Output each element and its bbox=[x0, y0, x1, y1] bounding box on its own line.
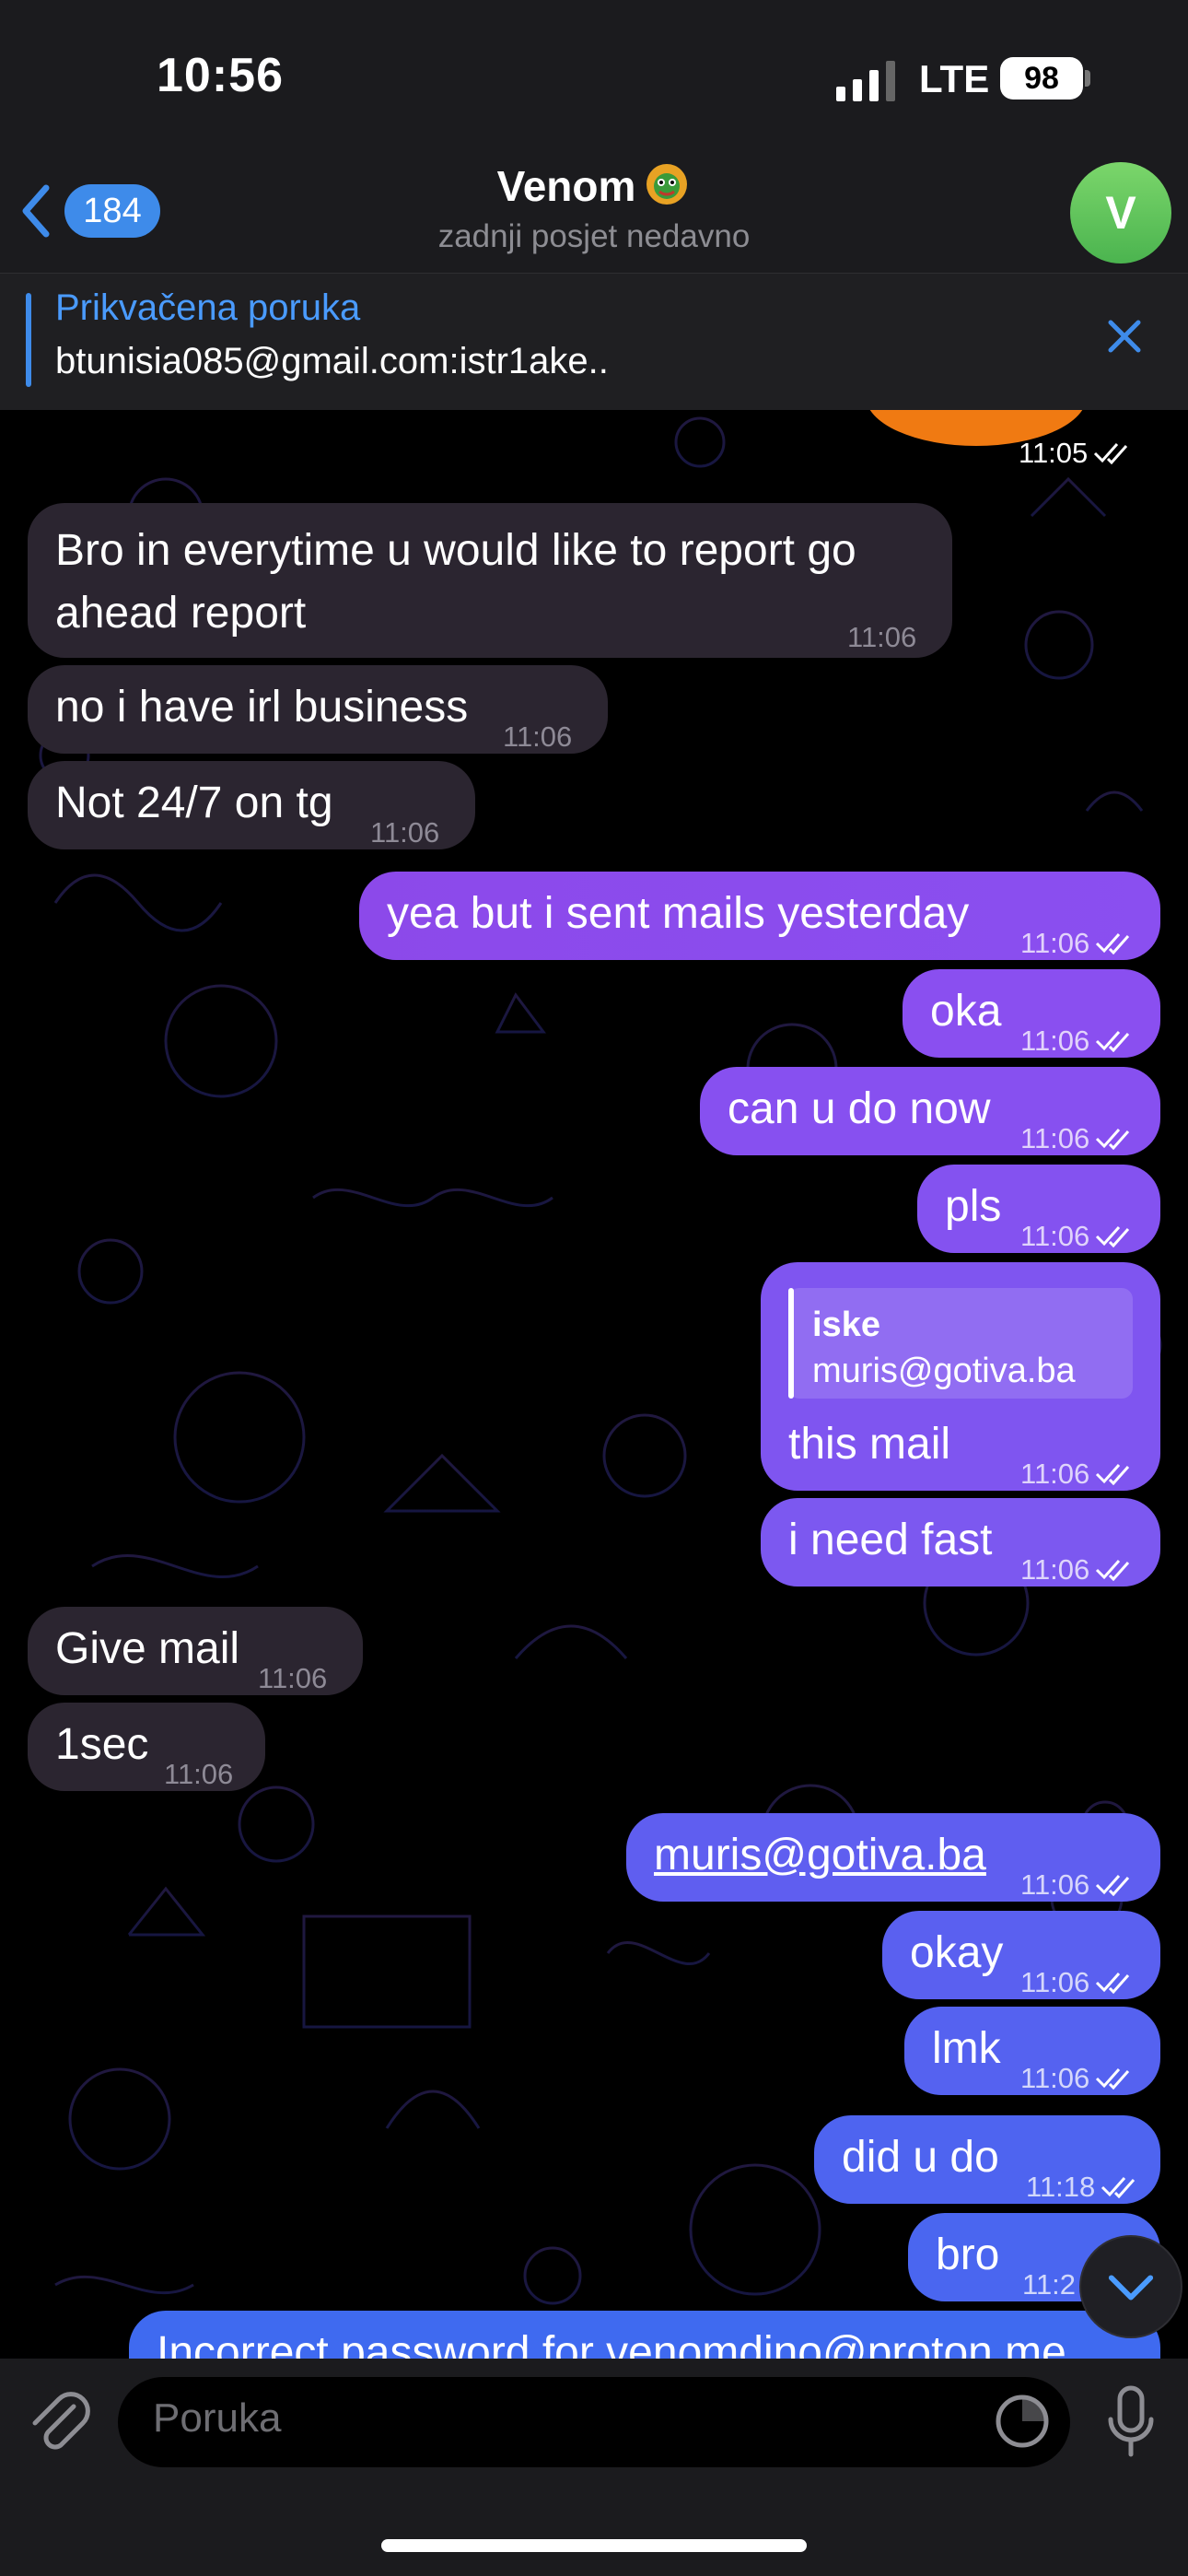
read-ticks-icon bbox=[1096, 1464, 1130, 1485]
scroll-down-icon bbox=[1108, 2275, 1154, 2301]
microphone-icon[interactable] bbox=[1105, 2384, 1157, 2460]
read-ticks-icon bbox=[1096, 2068, 1130, 2090]
chat-title-area[interactable]: Venom zadnji posjet nedavno bbox=[276, 160, 912, 255]
read-ticks-icon bbox=[1096, 933, 1130, 954]
signal-icon bbox=[836, 61, 895, 101]
read-ticks-icon bbox=[1096, 1560, 1130, 1581]
reply-quote[interactable]: iske muris@gotiva.ba bbox=[788, 1288, 1133, 1399]
reply-indicator bbox=[788, 1288, 794, 1399]
home-indicator bbox=[381, 2539, 807, 2552]
read-ticks-icon bbox=[1096, 1875, 1130, 1896]
back-button[interactable]: 184 bbox=[18, 181, 166, 241]
pinned-title: Prikvačena poruka bbox=[55, 287, 361, 328]
scroll-down-button[interactable] bbox=[1079, 2235, 1182, 2338]
message-bubble-outgoing[interactable]: i need fast 11:06 bbox=[761, 1498, 1160, 1587]
message-bubble-outgoing[interactable]: oka 11:06 bbox=[903, 969, 1160, 1058]
message-bubble-outgoing[interactable]: did u do 11:18 bbox=[814, 2115, 1160, 2204]
last-seen-status: zadnji posjet nedavno bbox=[437, 218, 751, 254]
read-ticks-icon bbox=[1096, 1226, 1130, 1247]
close-icon[interactable] bbox=[1101, 313, 1147, 359]
message-time: 11:05 bbox=[1019, 437, 1136, 470]
back-chevron-icon bbox=[22, 184, 50, 238]
battery-level: 98 bbox=[1000, 57, 1083, 100]
avatar[interactable]: V bbox=[1070, 162, 1171, 263]
message-bubble-outgoing[interactable]: can u do now 11:06 bbox=[700, 1067, 1160, 1155]
sticker-icon[interactable] bbox=[993, 2392, 1052, 2451]
unread-count-badge: 184 bbox=[64, 184, 160, 238]
chat-title: Venom bbox=[276, 160, 912, 211]
message-bubble-incoming[interactable]: Give mail 11:06 bbox=[28, 1607, 363, 1695]
battery-tip bbox=[1085, 70, 1090, 87]
message-bubble-outgoing[interactable]: okay 11:06 bbox=[882, 1911, 1160, 1999]
read-ticks-icon bbox=[1096, 1973, 1130, 1994]
read-ticks-icon bbox=[1094, 443, 1128, 464]
message-bubble-outgoing-reply[interactable]: iske muris@gotiva.ba this mail 11:06 bbox=[761, 1262, 1160, 1491]
message-bubble-incoming[interactable]: Bro in everytime u would like to report … bbox=[28, 503, 952, 658]
message-bubble-incoming[interactable]: no i have irl business 11:06 bbox=[28, 665, 608, 754]
message-bubble-outgoing[interactable]: muris@gotiva.ba 11:06 bbox=[626, 1813, 1160, 1902]
message-input-placeholder: Poruka bbox=[153, 2395, 282, 2441]
message-bubble-outgoing[interactable]: yea but i sent mails yesterday 11:06 bbox=[359, 872, 1160, 960]
network-type: LTE bbox=[919, 57, 990, 100]
read-ticks-icon bbox=[1096, 1129, 1130, 1150]
pinned-indicator bbox=[26, 293, 31, 387]
message-bubble-outgoing[interactable]: lmk 11:06 bbox=[904, 2007, 1160, 2095]
message-bubble-outgoing[interactable]: pls 11:06 bbox=[917, 1165, 1160, 1253]
reply-text: muris@gotiva.ba bbox=[812, 1352, 1076, 1390]
status-time: 10:56 bbox=[157, 49, 284, 102]
contact-name: Venom bbox=[496, 162, 636, 210]
message-bubble-incoming[interactable]: Not 24/7 on tg 11:06 bbox=[28, 761, 475, 849]
message-bubble-incoming[interactable]: 1sec 11:06 bbox=[28, 1703, 265, 1791]
read-ticks-icon bbox=[1096, 1031, 1130, 1052]
read-ticks-icon bbox=[1101, 2177, 1136, 2198]
dragon-emoji-icon bbox=[646, 164, 688, 205]
pinned-text: btunisia085@gmail.com:istr1ake.. bbox=[55, 341, 609, 381]
email-link[interactable]: muris@gotiva.ba bbox=[654, 1826, 986, 1885]
attach-icon[interactable] bbox=[26, 2383, 92, 2456]
